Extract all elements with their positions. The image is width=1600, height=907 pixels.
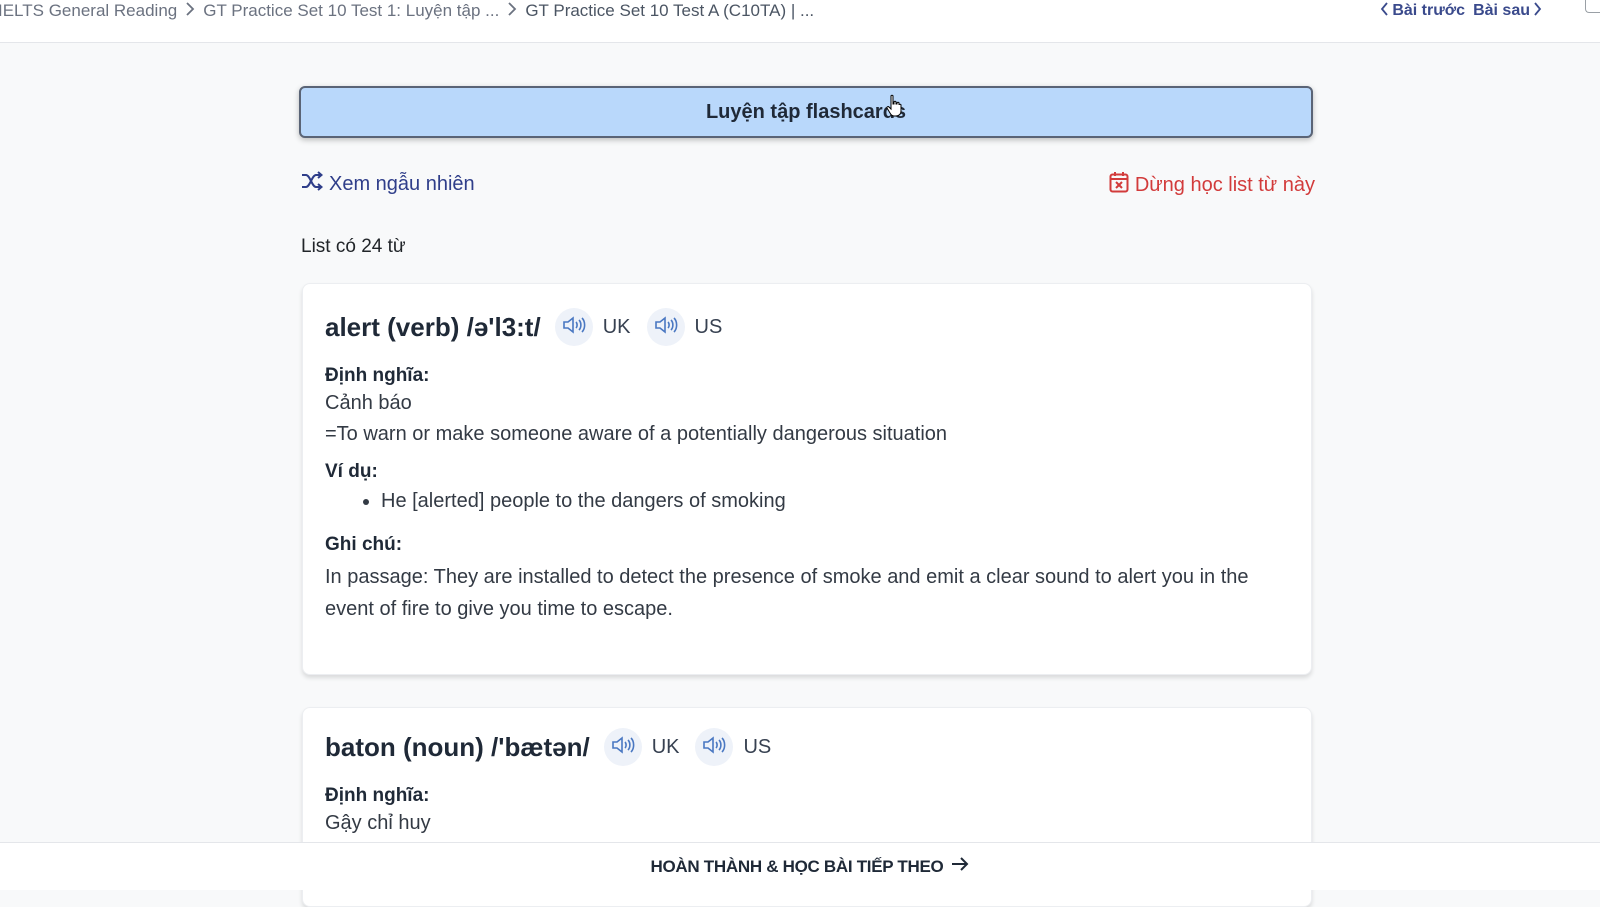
- word-title: baton (noun) /'bætən/: [325, 731, 590, 762]
- complete-next-lesson-button[interactable]: HOÀN THÀNH & HỌC BÀI TIẾP THEO: [0, 843, 1600, 890]
- chevron-right-icon: [1533, 1, 1542, 21]
- speaker-icon: [611, 735, 635, 760]
- chevron-left-icon: [1380, 1, 1389, 21]
- play-us-audio-button[interactable]: [646, 308, 685, 346]
- play-uk-audio-button[interactable]: [554, 308, 593, 346]
- example-list: He [alerted] people to the dangers of sm…: [325, 486, 1289, 517]
- us-label: US: [743, 735, 772, 758]
- cursor-icon: [886, 94, 902, 117]
- breadcrumb-item-ielts-general-reading[interactable]: IELTS General Reading: [0, 1, 177, 21]
- bottom-bar: HOÀN THÀNH & HỌC BÀI TIẾP THEO: [0, 842, 1600, 890]
- list-actions: Xem ngẫu nhiên Dừng học list từ này: [301, 171, 1315, 201]
- next-lesson-link[interactable]: Bài sau: [1473, 1, 1542, 21]
- example-item: He [alerted] people to the dangers of sm…: [381, 486, 1289, 517]
- chevron-right-icon: [507, 2, 517, 20]
- panel-toggle-icon[interactable]: [1585, 0, 1600, 13]
- breadcrumb-current: GT Practice Set 10 Test A (C10TA) | ...: [525, 1, 815, 20]
- word-count: List có 24 từ: [301, 236, 406, 257]
- word-header: baton (noun) /'bætən/ UK US: [325, 728, 1289, 766]
- speaker-icon: [654, 315, 678, 340]
- top-bar: IELTS General Reading GT Practice Set 10…: [0, 0, 1600, 43]
- play-us-audio-button[interactable]: [695, 728, 734, 766]
- definition-vi: Gậy chỉ huy: [325, 812, 431, 834]
- shuffle-icon: [301, 171, 324, 197]
- shuffle-link[interactable]: Xem ngẫu nhiên: [301, 171, 475, 197]
- play-uk-audio-button[interactable]: [603, 728, 642, 766]
- uk-label: UK: [651, 735, 680, 758]
- arrow-right-icon: [951, 856, 969, 877]
- example-label: Ví dụ:: [325, 461, 378, 482]
- next-lesson-label: Bài sau: [1473, 2, 1530, 19]
- definition-label: Định nghĩa:: [325, 365, 430, 386]
- stop-learning-label: Dừng học list từ này: [1134, 173, 1315, 196]
- calendar-x-icon: [1109, 171, 1129, 199]
- shuffle-label: Xem ngẫu nhiên: [329, 172, 475, 195]
- prev-lesson-link[interactable]: Bài trước: [1380, 1, 1466, 21]
- uk-label: UK: [602, 315, 631, 338]
- lesson-nav: Bài trước Bài sau: [1380, 0, 1542, 22]
- complete-next-lesson-label: HOÀN THÀNH & HỌC BÀI TIẾP THEO: [650, 856, 944, 876]
- definition-label: Định nghĩa:: [325, 785, 430, 806]
- word-card: alert (verb) /ə'l3:t/ UK US Định nghĩa: …: [302, 283, 1312, 675]
- note-text: In passage: They are installed to detect…: [325, 566, 1249, 620]
- definition-en: =To warn or make someone aware of a pote…: [325, 423, 948, 445]
- definition-vi: Cảnh báo: [325, 392, 412, 414]
- stop-learning-link[interactable]: Dừng học list từ này: [1109, 171, 1315, 199]
- word-title: alert (verb) /ə'l3:t/: [325, 311, 541, 342]
- word-header: alert (verb) /ə'l3:t/ UK US: [325, 308, 1289, 346]
- us-label: US: [694, 315, 723, 338]
- prev-lesson-label: Bài trước: [1392, 2, 1466, 19]
- speaker-icon: [702, 735, 726, 760]
- chevron-right-icon: [185, 2, 195, 20]
- note-label: Ghi chú:: [325, 534, 403, 555]
- breadcrumb-item-practice-set[interactable]: GT Practice Set 10 Test 1: Luyện tập ...: [203, 1, 499, 21]
- practice-flashcards-button[interactable]: Luyện tập flashcards: [299, 86, 1313, 138]
- breadcrumb: IELTS General Reading GT Practice Set 10…: [0, 0, 814, 22]
- speaker-icon: [562, 315, 586, 340]
